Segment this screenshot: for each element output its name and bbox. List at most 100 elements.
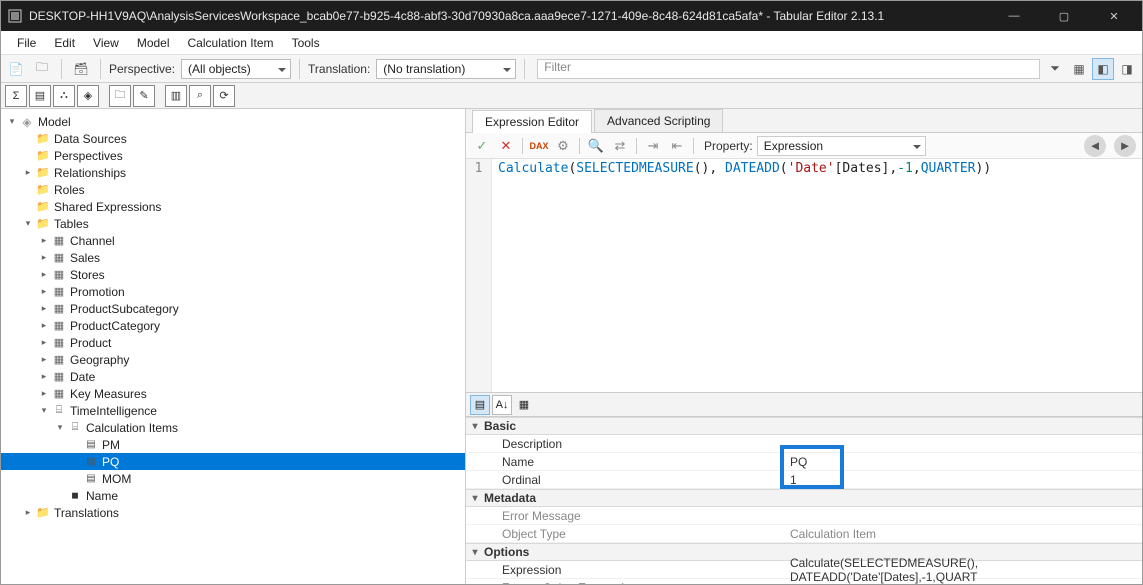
prop-value[interactable]: 1 <box>784 473 1142 487</box>
toggle-icon[interactable] <box>37 234 51 248</box>
tree-node-relationships[interactable]: Relationships <box>1 164 465 181</box>
maximize-button[interactable]: ▢ <box>1042 1 1086 31</box>
menu-calculation-item[interactable]: Calculation Item <box>180 34 282 52</box>
toggle-icon[interactable] <box>37 268 51 282</box>
prop-category-basic[interactable]: ▾ Basic <box>466 417 1142 435</box>
tab-expression-editor[interactable]: Expression Editor <box>472 110 592 133</box>
tree-node-table[interactable]: ProductSubcategory <box>1 300 465 317</box>
filter2-icon[interactable]: ⌕ <box>189 85 211 107</box>
alphabetical-view-icon[interactable]: A↓ <box>492 395 512 415</box>
deploy-button[interactable]: 🗃 <box>70 58 92 80</box>
tree-node-table[interactable]: Stores <box>1 266 465 283</box>
code-content[interactable]: Calculate(SELECTEDMEASURE(), DATEADD('Da… <box>492 159 997 392</box>
tree-node-name-column[interactable]: Name <box>1 487 465 504</box>
menu-model[interactable]: Model <box>129 34 178 52</box>
display-folders-icon[interactable]: 🗀 <box>109 85 131 107</box>
tree-node-table[interactable]: Channel <box>1 232 465 249</box>
toggle-icon[interactable] <box>5 115 19 129</box>
toggle-icon[interactable] <box>37 353 51 367</box>
edit-icon[interactable]: ✎ <box>133 85 155 107</box>
model-tree[interactable]: Model Data Sources Perspectives Relation… <box>1 109 466 584</box>
tree-node-table[interactable]: Geography <box>1 351 465 368</box>
sort-icon[interactable]: ▥ <box>165 85 187 107</box>
prop-value[interactable]: Calculate(SELECTEDMEASURE(), DATEADD('Da… <box>784 556 1142 584</box>
find-icon[interactable]: 🔍 <box>586 136 606 156</box>
toggle-icon[interactable] <box>37 285 51 299</box>
toggle-panel-icon[interactable]: ◧ <box>1092 58 1114 80</box>
dax-format-icon[interactable]: DAX <box>529 136 549 156</box>
filter-icon[interactable]: ⏷ <box>1044 58 1066 80</box>
tree-node-table[interactable]: Sales <box>1 249 465 266</box>
minimize-button[interactable]: — <box>992 1 1036 31</box>
chevron-down-icon[interactable]: ▾ <box>466 547 484 558</box>
new-model-button[interactable]: 📄 <box>5 58 27 80</box>
prop-row-expression[interactable]: Expression Calculate(SELECTEDMEASURE(), … <box>466 561 1142 579</box>
prop-value[interactable]: PQ <box>784 455 1142 469</box>
property-grid[interactable]: ▾ Basic Description Name PQ Ordinal 1 ▾ … <box>466 417 1142 584</box>
autoformat-icon[interactable]: ⚙ <box>553 136 573 156</box>
nav-forward-icon[interactable]: ► <box>1114 135 1136 157</box>
indent-icon[interactable]: ⇥ <box>643 136 663 156</box>
chevron-down-icon[interactable]: ▾ <box>466 421 484 432</box>
nav-back-icon[interactable]: ◄ <box>1084 135 1106 157</box>
property-pages-icon[interactable]: ▦ <box>514 395 534 415</box>
toggle-icon[interactable] <box>21 506 35 520</box>
translation-combo[interactable]: (No translation) <box>376 59 516 79</box>
tree-node-tables[interactable]: Tables <box>1 215 465 232</box>
tree-node-table[interactable]: Date <box>1 368 465 385</box>
prop-row-description[interactable]: Description <box>466 435 1142 453</box>
toggle-hidden-icon[interactable]: ▦ <box>1068 58 1090 80</box>
toggle-icon[interactable] <box>37 336 51 350</box>
tree-node-calc-item-mom[interactable]: MOM <box>1 470 465 487</box>
perspective-combo[interactable]: (All objects) <box>181 59 291 79</box>
tree-node-table[interactable]: Product <box>1 334 465 351</box>
tree-node-table[interactable]: Key Measures <box>1 385 465 402</box>
toggle-icon[interactable] <box>37 302 51 316</box>
tree-node-table[interactable]: Promotion <box>1 283 465 300</box>
tree-node-calc-item-pq[interactable]: PQ <box>1 453 465 470</box>
prop-category-metadata[interactable]: ▾ Metadata <box>466 489 1142 507</box>
tree-node-table[interactable]: ProductCategory <box>1 317 465 334</box>
property-combo[interactable]: Expression <box>757 136 927 156</box>
tree-node-table-timeintelligence[interactable]: TimeIntelligence <box>1 402 465 419</box>
close-button[interactable]: ✕ <box>1092 1 1136 31</box>
tree-node-calculation-items[interactable]: Calculation Items <box>1 419 465 436</box>
menu-edit[interactable]: Edit <box>46 34 83 52</box>
tree-node-translations[interactable]: Translations <box>1 504 465 521</box>
tree-node-data-sources[interactable]: Data Sources <box>1 130 465 147</box>
accept-icon[interactable]: ✓ <box>472 136 492 156</box>
hierarchies-icon[interactable]: ⛬ <box>53 85 75 107</box>
cancel-icon[interactable]: ✕ <box>496 136 516 156</box>
filter-input[interactable]: Filter <box>537 59 1040 79</box>
refresh-icon[interactable]: ⟳ <box>213 85 235 107</box>
tree-node-model[interactable]: Model <box>1 113 465 130</box>
replace-icon[interactable]: ⇄ <box>610 136 630 156</box>
toggle-icon[interactable] <box>37 387 51 401</box>
dax-editor[interactable]: 1 Calculate(SELECTEDMEASURE(), DATEADD('… <box>466 159 1142 393</box>
toggle-icon[interactable] <box>37 404 51 418</box>
chevron-down-icon[interactable]: ▾ <box>466 493 484 504</box>
menu-file[interactable]: File <box>9 34 44 52</box>
toggle-icon[interactable] <box>37 251 51 265</box>
prop-row-ordinal[interactable]: Ordinal 1 <box>466 471 1142 489</box>
columns-icon[interactable]: ▤ <box>29 85 51 107</box>
outdent-icon[interactable]: ⇤ <box>667 136 687 156</box>
tree-node-roles[interactable]: Roles <box>1 181 465 198</box>
tree-node-perspectives[interactable]: Perspectives <box>1 147 465 164</box>
tree-node-shared-expressions[interactable]: Shared Expressions <box>1 198 465 215</box>
toggle-icon[interactable] <box>21 217 35 231</box>
tab-advanced-scripting[interactable]: Advanced Scripting <box>594 109 723 132</box>
categorized-view-icon[interactable]: ▤ <box>470 395 490 415</box>
toggle-icon[interactable] <box>37 319 51 333</box>
prop-row-name[interactable]: Name PQ <box>466 453 1142 471</box>
toggle-icon[interactable] <box>21 166 35 180</box>
menu-tools[interactable]: Tools <box>284 34 328 52</box>
toggle-info-icon[interactable]: ◨ <box>1116 58 1138 80</box>
menu-view[interactable]: View <box>85 34 127 52</box>
measures-icon[interactable]: Σ <box>5 85 27 107</box>
open-button[interactable]: 🗀 <box>31 58 53 80</box>
toggle-icon[interactable] <box>53 421 67 435</box>
partitions-icon[interactable]: ◈ <box>77 85 99 107</box>
toggle-icon[interactable] <box>37 370 51 384</box>
tree-node-calc-item-pm[interactable]: PM <box>1 436 465 453</box>
